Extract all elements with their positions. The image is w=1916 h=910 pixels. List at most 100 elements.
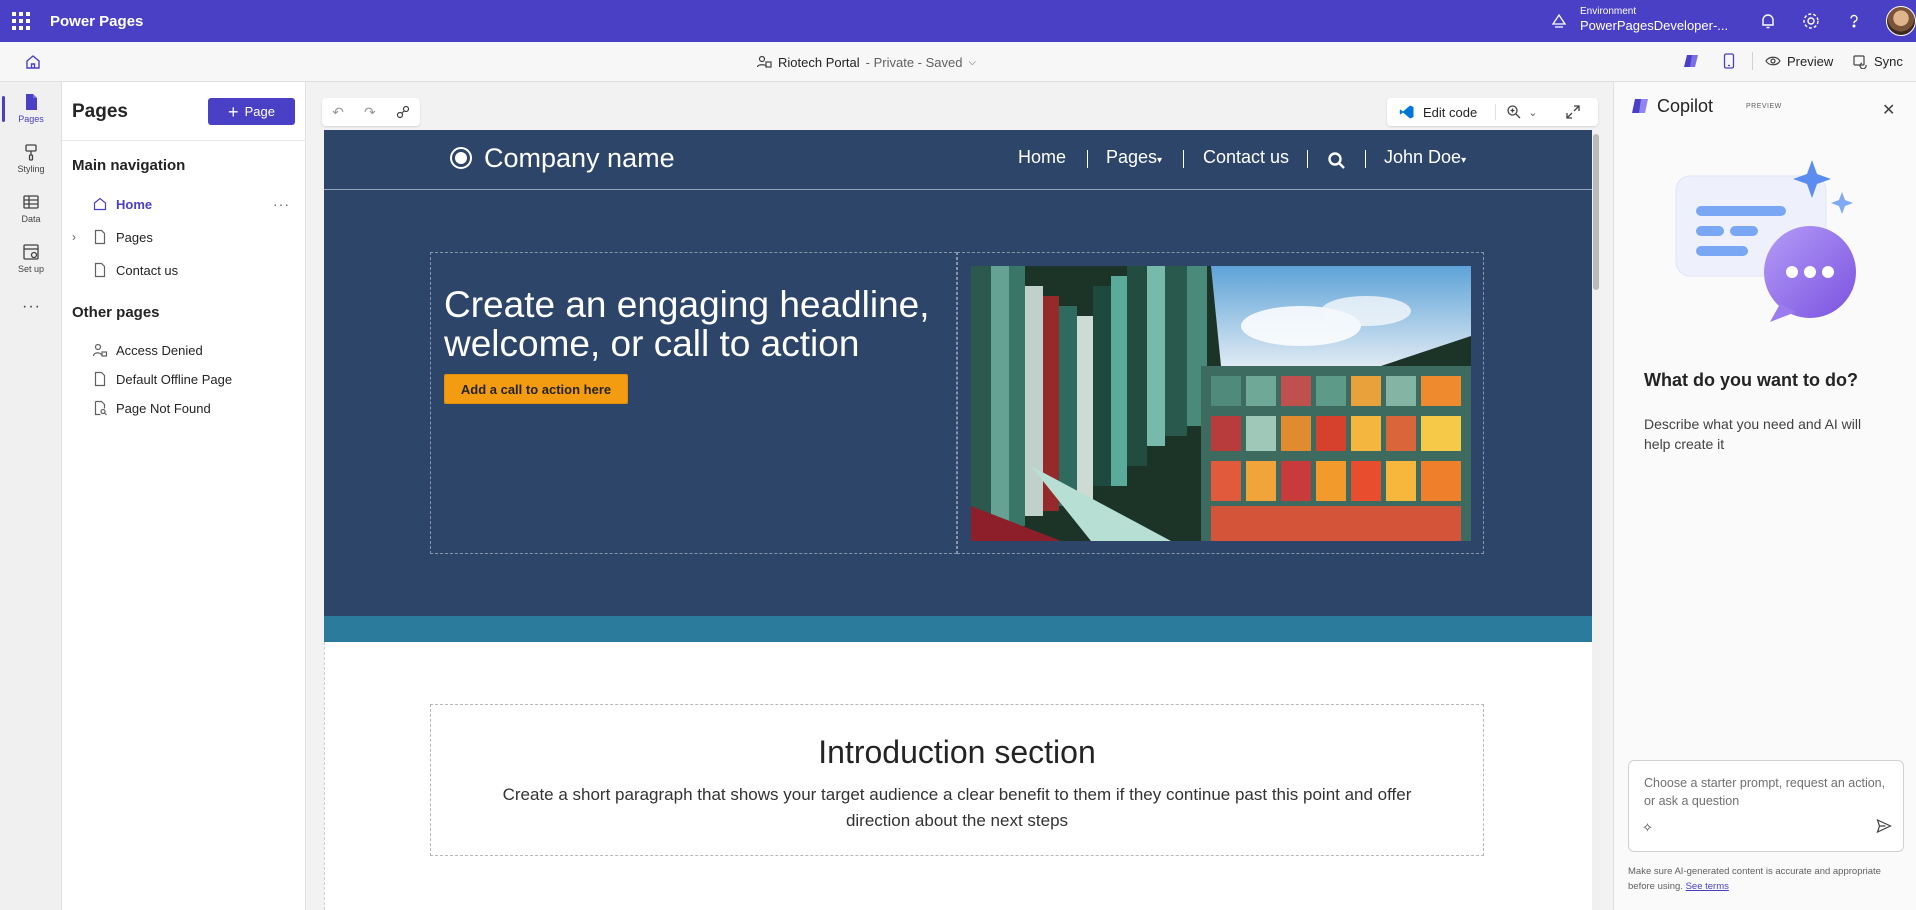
other-pages-heading: Other pages (72, 304, 160, 321)
more-options-icon[interactable]: ··· (273, 196, 290, 212)
link-icon[interactable] (396, 105, 410, 119)
nav-item-home[interactable]: Home ··· (62, 190, 302, 218)
other-item-default-offline-page[interactable]: Default Offline Page (62, 365, 302, 393)
nav-item-contact-us[interactable]: Contact us (62, 256, 302, 284)
see-terms-link[interactable]: See terms (1686, 881, 1729, 892)
site-title[interactable]: Riotech Portal - Private - Saved ⌵ (756, 54, 976, 70)
site-nav-contact[interactable]: Contact us (1203, 147, 1289, 168)
canvas-scroll-thumb[interactable] (1593, 134, 1599, 290)
app-launcher-icon[interactable] (12, 12, 30, 30)
caret-down-icon: ▾ (1461, 155, 1467, 166)
chevron-down-icon[interactable]: ⌵ (968, 57, 976, 68)
preview-tag: PREVIEW (1746, 103, 1782, 110)
home-icon[interactable] (24, 53, 42, 71)
undo-redo-toolbar: ↶ ↷ (322, 98, 420, 126)
rail-label: Styling (17, 164, 45, 174)
expand-icon[interactable] (1565, 104, 1581, 120)
toolbar-divider (1752, 52, 1753, 70)
undo-icon[interactable]: ↶ (332, 104, 344, 121)
hero-headline[interactable]: Create an engaging headline, welcome, or… (444, 285, 944, 363)
rail-label: Pages (18, 114, 44, 124)
sync-button[interactable]: Sync (1852, 53, 1903, 69)
close-icon[interactable]: ✕ (1882, 100, 1895, 120)
more-icon[interactable]: ··· (22, 298, 41, 316)
cta-button[interactable]: Add a call to action here (444, 374, 628, 404)
zoom-icon[interactable] (1506, 104, 1522, 120)
divider (62, 140, 306, 141)
page-search-icon (94, 400, 107, 416)
redo-icon[interactable]: ↷ (364, 104, 376, 121)
nav-item-label: Access Denied (116, 342, 203, 358)
site-status: - Private - Saved (865, 54, 963, 70)
app-title[interactable]: Power Pages (50, 13, 143, 30)
site-preview-frame: Company name Home Pages▾ Contact us John… (324, 130, 1592, 910)
send-icon[interactable] (1876, 818, 1892, 834)
preview-button[interactable]: Preview (1765, 53, 1833, 69)
copilot-illustration (1675, 160, 1856, 322)
environment-name[interactable]: PowerPagesDeveloper-... (1580, 18, 1728, 33)
vscode-icon (1399, 105, 1414, 119)
hero-image[interactable] (971, 266, 1471, 541)
copilot-description: Describe what you need and AI will help … (1644, 416, 1862, 452)
add-page-label: Page (244, 104, 275, 119)
sync-icon (1853, 55, 1867, 69)
nav-item-pages[interactable]: › Pages (62, 223, 302, 251)
copilot-question: What do you want to do? (1644, 370, 1858, 390)
nav-separator (1365, 150, 1366, 168)
copilot-logo-icon (1632, 99, 1648, 113)
other-item-page-not-found[interactable]: Page Not Found (62, 394, 302, 422)
canvas-toolbar: Edit code ⌄ (1387, 98, 1598, 126)
rail-label: Data (21, 214, 41, 224)
home-icon (93, 197, 107, 211)
site-nav-user[interactable]: John Doe▾ (1384, 147, 1466, 168)
rail-label: Set up (17, 264, 45, 274)
nav-separator (1087, 150, 1088, 168)
chevron-down-icon[interactable]: ⌄ (1528, 106, 1537, 119)
people-icon (756, 55, 772, 68)
nav-separator (1183, 150, 1184, 168)
search-icon[interactable] (1327, 151, 1347, 171)
user-avatar[interactable] (1886, 6, 1916, 36)
copilot-title: Copilot (1657, 96, 1714, 116)
nav-item-label: Pages (116, 229, 153, 245)
nav-item-label: Contact us (116, 262, 179, 278)
page-icon (94, 229, 106, 245)
plus-icon: + (228, 101, 239, 122)
gear-icon[interactable] (1801, 11, 1821, 31)
nav-item-label: Default Offline Page (116, 371, 233, 387)
site-nav-home[interactable]: Home (1018, 147, 1066, 168)
brush-icon (25, 144, 37, 161)
mobile-view-icon[interactable] (1721, 52, 1737, 70)
other-item-access-denied[interactable]: Access Denied (62, 336, 302, 364)
site-nav-pages-label: Pages (1106, 147, 1158, 167)
setup-icon (23, 244, 39, 260)
sparkle-prompt-icon[interactable]: ✧ (1642, 820, 1653, 836)
intro-title[interactable]: Introduction section (430, 734, 1484, 771)
section-divider-band (324, 616, 1592, 642)
edit-code-button[interactable]: Edit code (1423, 105, 1477, 120)
person-lock-icon (92, 343, 108, 357)
help-icon[interactable] (1844, 11, 1864, 31)
rail-item-setup[interactable]: Set up (0, 238, 62, 282)
rail-item-styling[interactable]: Styling (0, 138, 62, 182)
company-name[interactable]: Company name (484, 143, 675, 174)
page-icon (94, 371, 106, 387)
nav-separator (1307, 150, 1308, 168)
add-page-button[interactable]: + Page (208, 98, 295, 125)
nav-item-label: Home (116, 196, 153, 212)
environment-icon[interactable] (1550, 12, 1568, 30)
intro-paragraph[interactable]: Create a short paragraph that shows your… (470, 782, 1444, 834)
rail-item-data[interactable]: Data (0, 188, 62, 232)
rail-item-pages[interactable]: Pages (0, 88, 62, 132)
user-name: John Doe (1384, 147, 1462, 167)
site-name: Riotech Portal (778, 54, 860, 70)
bell-icon[interactable] (1758, 11, 1778, 31)
company-logo[interactable] (450, 147, 472, 169)
sync-label: Sync (1874, 53, 1903, 69)
chevron-right-icon[interactable]: › (72, 230, 88, 244)
site-nav-pages[interactable]: Pages▾ (1106, 147, 1162, 168)
copilot-toggle-icon[interactable] (1683, 52, 1701, 70)
main-navigation-heading: Main navigation (72, 157, 186, 174)
caret-down-icon: ▾ (1157, 155, 1163, 166)
copilot-input-placeholder[interactable]: Choose a starter prompt, request an acti… (1644, 774, 1894, 810)
